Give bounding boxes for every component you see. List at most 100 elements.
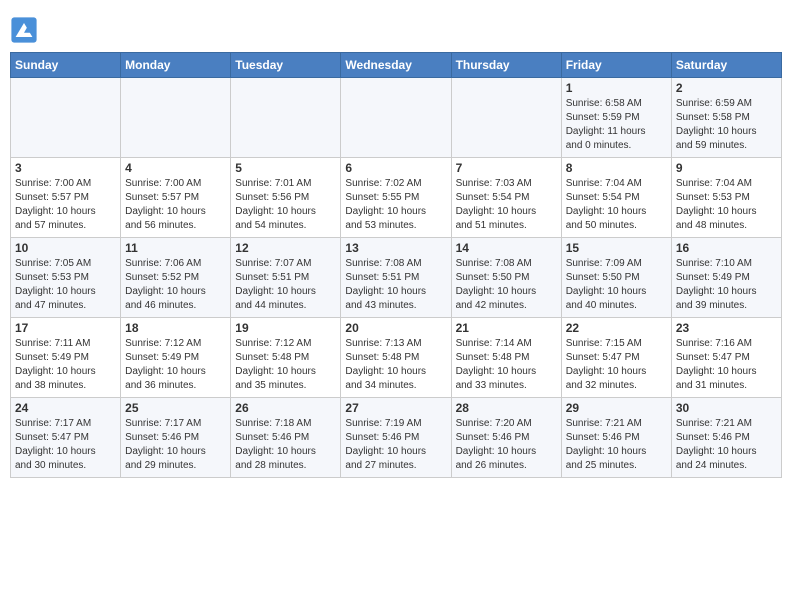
page-header	[10, 10, 782, 44]
day-info: Sunrise: 7:05 AM Sunset: 5:53 PM Dayligh…	[15, 257, 116, 313]
calendar-cell	[121, 78, 231, 158]
calendar-cell: 30 Sunrise: 7:21 AM Sunset: 5:46 PM Dayli…	[671, 398, 781, 478]
calendar-cell: 14 Sunrise: 7:08 AM Sunset: 5:50 PM Dayli…	[451, 238, 561, 318]
calendar-cell: 15 Sunrise: 7:09 AM Sunset: 5:50 PM Dayli…	[561, 238, 671, 318]
day-info: Sunrise: 7:04 AM Sunset: 5:54 PM Dayligh…	[566, 177, 667, 233]
calendar-cell: 29 Sunrise: 7:21 AM Sunset: 5:46 PM Dayli…	[561, 398, 671, 478]
day-info: Sunrise: 7:08 AM Sunset: 5:50 PM Dayligh…	[456, 257, 557, 313]
calendar-cell: 16 Sunrise: 7:10 AM Sunset: 5:49 PM Dayli…	[671, 238, 781, 318]
calendar-cell: 1Sunrise: 6:58 AM Sunset: 5:59 PM Daylig…	[561, 78, 671, 158]
day-number: 26	[235, 401, 336, 415]
day-number: 15	[566, 241, 667, 255]
calendar-cell: 25Sunrise: 7:17 AM Sunset: 5:46 PM Dayli…	[121, 398, 231, 478]
day-number: 29	[566, 401, 667, 415]
day-number: 18	[125, 321, 226, 335]
day-number: 2	[676, 81, 777, 95]
day-info: Sunrise: 7:14 AM Sunset: 5:48 PM Dayligh…	[456, 337, 557, 393]
day-info: Sunrise: 7:01 AM Sunset: 5:56 PM Dayligh…	[235, 177, 336, 233]
day-number: 14	[456, 241, 557, 255]
day-number: 19	[235, 321, 336, 335]
weekday-header: Thursday	[451, 53, 561, 78]
weekday-header: Friday	[561, 53, 671, 78]
day-info: Sunrise: 7:06 AM Sunset: 5:52 PM Dayligh…	[125, 257, 226, 313]
calendar-cell: 24 Sunrise: 7:17 AM Sunset: 5:47 PM Dayli…	[11, 398, 121, 478]
day-number: 27	[345, 401, 446, 415]
calendar-cell: 23 Sunrise: 7:16 AM Sunset: 5:47 PM Dayli…	[671, 318, 781, 398]
calendar-table: SundayMondayTuesdayWednesdayThursdayFrid…	[10, 52, 782, 478]
calendar-cell	[341, 78, 451, 158]
calendar-header: SundayMondayTuesdayWednesdayThursdayFrid…	[11, 53, 782, 78]
day-number: 30	[676, 401, 777, 415]
day-number: 20	[345, 321, 446, 335]
calendar-cell: 11 Sunrise: 7:06 AM Sunset: 5:52 PM Dayli…	[121, 238, 231, 318]
day-info: Sunrise: 7:21 AM Sunset: 5:46 PM Dayligh…	[676, 417, 777, 473]
day-info: Sunrise: 7:13 AM Sunset: 5:48 PM Dayligh…	[345, 337, 446, 393]
day-info: Sunrise: 7:19 AM Sunset: 5:46 PM Dayligh…	[345, 417, 446, 473]
day-info: Sunrise: 7:00 AM Sunset: 5:57 PM Dayligh…	[125, 177, 226, 233]
day-number: 12	[235, 241, 336, 255]
calendar-cell: 22Sunrise: 7:15 AM Sunset: 5:47 PM Dayli…	[561, 318, 671, 398]
day-info: Sunrise: 6:59 AM Sunset: 5:58 PM Dayligh…	[676, 97, 777, 153]
weekday-header: Tuesday	[231, 53, 341, 78]
day-number: 3	[15, 161, 116, 175]
day-info: Sunrise: 7:15 AM Sunset: 5:47 PM Dayligh…	[566, 337, 667, 393]
day-info: Sunrise: 7:07 AM Sunset: 5:51 PM Dayligh…	[235, 257, 336, 313]
day-info: Sunrise: 7:10 AM Sunset: 5:49 PM Dayligh…	[676, 257, 777, 313]
calendar-cell: 26 Sunrise: 7:18 AM Sunset: 5:46 PM Dayli…	[231, 398, 341, 478]
calendar-body: 1Sunrise: 6:58 AM Sunset: 5:59 PM Daylig…	[11, 78, 782, 478]
calendar-cell	[451, 78, 561, 158]
day-number: 6	[345, 161, 446, 175]
calendar-cell: 21 Sunrise: 7:14 AM Sunset: 5:48 PM Dayli…	[451, 318, 561, 398]
calendar-cell: 9Sunrise: 7:04 AM Sunset: 5:53 PM Daylig…	[671, 158, 781, 238]
logo-icon	[10, 16, 38, 44]
calendar-cell: 18Sunrise: 7:12 AM Sunset: 5:49 PM Dayli…	[121, 318, 231, 398]
calendar-week-row: 24 Sunrise: 7:17 AM Sunset: 5:47 PM Dayli…	[11, 398, 782, 478]
day-number: 11	[125, 241, 226, 255]
day-info: Sunrise: 7:09 AM Sunset: 5:50 PM Dayligh…	[566, 257, 667, 313]
day-info: Sunrise: 7:20 AM Sunset: 5:46 PM Dayligh…	[456, 417, 557, 473]
weekday-header: Monday	[121, 53, 231, 78]
day-info: Sunrise: 7:18 AM Sunset: 5:46 PM Dayligh…	[235, 417, 336, 473]
day-number: 21	[456, 321, 557, 335]
calendar-cell: 27 Sunrise: 7:19 AM Sunset: 5:46 PM Dayli…	[341, 398, 451, 478]
calendar-cell: 19 Sunrise: 7:12 AM Sunset: 5:48 PM Dayli…	[231, 318, 341, 398]
day-info: Sunrise: 7:17 AM Sunset: 5:46 PM Dayligh…	[125, 417, 226, 473]
calendar-cell	[11, 78, 121, 158]
calendar-cell: 5Sunrise: 7:01 AM Sunset: 5:56 PM Daylig…	[231, 158, 341, 238]
day-info: Sunrise: 7:03 AM Sunset: 5:54 PM Dayligh…	[456, 177, 557, 233]
header-row: SundayMondayTuesdayWednesdayThursdayFrid…	[11, 53, 782, 78]
calendar-week-row: 10 Sunrise: 7:05 AM Sunset: 5:53 PM Dayli…	[11, 238, 782, 318]
day-number: 24	[15, 401, 116, 415]
day-number: 8	[566, 161, 667, 175]
calendar-cell: 2 Sunrise: 6:59 AM Sunset: 5:58 PM Daylig…	[671, 78, 781, 158]
day-info: Sunrise: 7:16 AM Sunset: 5:47 PM Dayligh…	[676, 337, 777, 393]
calendar-cell: 7 Sunrise: 7:03 AM Sunset: 5:54 PM Daylig…	[451, 158, 561, 238]
calendar-cell: 4 Sunrise: 7:00 AM Sunset: 5:57 PM Daylig…	[121, 158, 231, 238]
day-info: Sunrise: 7:11 AM Sunset: 5:49 PM Dayligh…	[15, 337, 116, 393]
day-number: 7	[456, 161, 557, 175]
calendar-cell: 6 Sunrise: 7:02 AM Sunset: 5:55 PM Daylig…	[341, 158, 451, 238]
day-info: Sunrise: 7:00 AM Sunset: 5:57 PM Dayligh…	[15, 177, 116, 233]
day-number: 23	[676, 321, 777, 335]
calendar-cell	[231, 78, 341, 158]
day-number: 1	[566, 81, 667, 95]
day-number: 10	[15, 241, 116, 255]
day-info: Sunrise: 7:04 AM Sunset: 5:53 PM Dayligh…	[676, 177, 777, 233]
weekday-header: Sunday	[11, 53, 121, 78]
day-info: Sunrise: 7:21 AM Sunset: 5:46 PM Dayligh…	[566, 417, 667, 473]
calendar-cell: 8 Sunrise: 7:04 AM Sunset: 5:54 PM Daylig…	[561, 158, 671, 238]
day-info: Sunrise: 7:17 AM Sunset: 5:47 PM Dayligh…	[15, 417, 116, 473]
day-number: 4	[125, 161, 226, 175]
calendar-week-row: 17 Sunrise: 7:11 AM Sunset: 5:49 PM Dayli…	[11, 318, 782, 398]
day-number: 17	[15, 321, 116, 335]
day-info: Sunrise: 7:12 AM Sunset: 5:48 PM Dayligh…	[235, 337, 336, 393]
calendar-cell: 12 Sunrise: 7:07 AM Sunset: 5:51 PM Dayli…	[231, 238, 341, 318]
day-info: Sunrise: 7:08 AM Sunset: 5:51 PM Dayligh…	[345, 257, 446, 313]
calendar-cell: 20 Sunrise: 7:13 AM Sunset: 5:48 PM Dayli…	[341, 318, 451, 398]
calendar-cell: 17 Sunrise: 7:11 AM Sunset: 5:49 PM Dayli…	[11, 318, 121, 398]
day-info: Sunrise: 7:02 AM Sunset: 5:55 PM Dayligh…	[345, 177, 446, 233]
weekday-header: Wednesday	[341, 53, 451, 78]
calendar-week-row: 1Sunrise: 6:58 AM Sunset: 5:59 PM Daylig…	[11, 78, 782, 158]
logo	[10, 16, 40, 44]
day-number: 16	[676, 241, 777, 255]
